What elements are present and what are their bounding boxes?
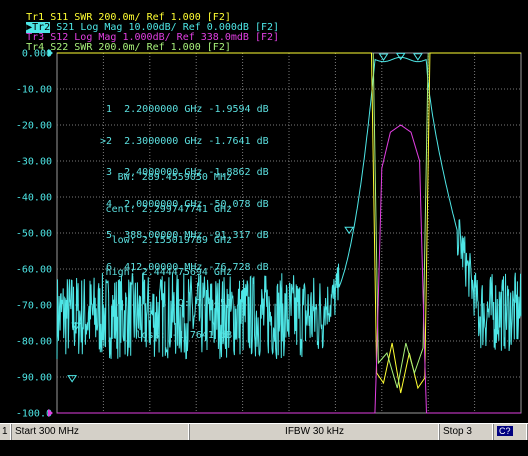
- cent-row: cent: 2.299747741 GHz: [105, 203, 232, 215]
- y-tick-label: -90.00: [16, 373, 52, 384]
- marker-triangle-icon: [378, 53, 389, 61]
- y-tick-label: -100.0: [16, 409, 52, 420]
- q-row: Q: 7.9451: [177, 298, 232, 309]
- stop-frequency[interactable]: Stop 3 GHz: [440, 424, 494, 453]
- marker-triangle-icon: [395, 52, 406, 61]
- trace-header-tr4[interactable]: Tr4 S22 SWR 200.0m/ Ref 1.000 [F2]: [2, 33, 231, 63]
- bw-row: BW: 289.4559050 MHz: [117, 172, 232, 183]
- status-bar: 1 Start 300 MHz IFBW 30 kHz Stop 3 GHz C…: [0, 423, 528, 453]
- high-row: high: 2.444475694 GHz: [105, 266, 232, 278]
- loss-row: loss: -1.7641 dB: [135, 329, 232, 341]
- y-tick-label: -60.00: [16, 265, 52, 276]
- marker-row-1: 1 2.2000000 GHz -1.9594 dB: [106, 104, 269, 115]
- y-tick-label: -80.00: [16, 337, 52, 348]
- ifbw-setting[interactable]: IFBW 30 kHz: [190, 424, 440, 440]
- marker-triangle-icon: [344, 226, 355, 235]
- low-row: low: 2.155019789 GHz: [111, 235, 232, 246]
- marker-row-2: >2 2.3000000 GHz -1.7641 dB: [100, 135, 269, 147]
- trace-tr4-label: Tr4 S22 SWR 200.0m/ Ref 1.000 [F2]: [26, 42, 231, 53]
- y-tick-label: -30.00: [16, 157, 52, 168]
- start-frequency[interactable]: Start 300 MHz: [12, 424, 190, 440]
- y-tick-label: -40.00: [16, 193, 52, 204]
- y-tick-label: -70.00: [16, 301, 52, 312]
- correction-status[interactable]: C?: [494, 424, 528, 440]
- marker-triangle-icon: [412, 53, 423, 61]
- analyzer-screen: 0.000 -10.00 -20.00 -30.00 -40.00 -50.00 -60.0…: [0, 0, 528, 453]
- bandwidth-readout: BW: 289.4559050 MHz cent: 2.299747741 GH…: [72, 152, 232, 362]
- correction-badge: C?: [497, 426, 513, 436]
- y-tick-label: -10.00: [16, 85, 52, 96]
- channel-indicator[interactable]: 1: [0, 424, 12, 440]
- y-tick-label: -50.00: [16, 229, 52, 240]
- y-tick-label: -20.00: [16, 121, 52, 132]
- trace-tr4-s22: [372, 52, 429, 389]
